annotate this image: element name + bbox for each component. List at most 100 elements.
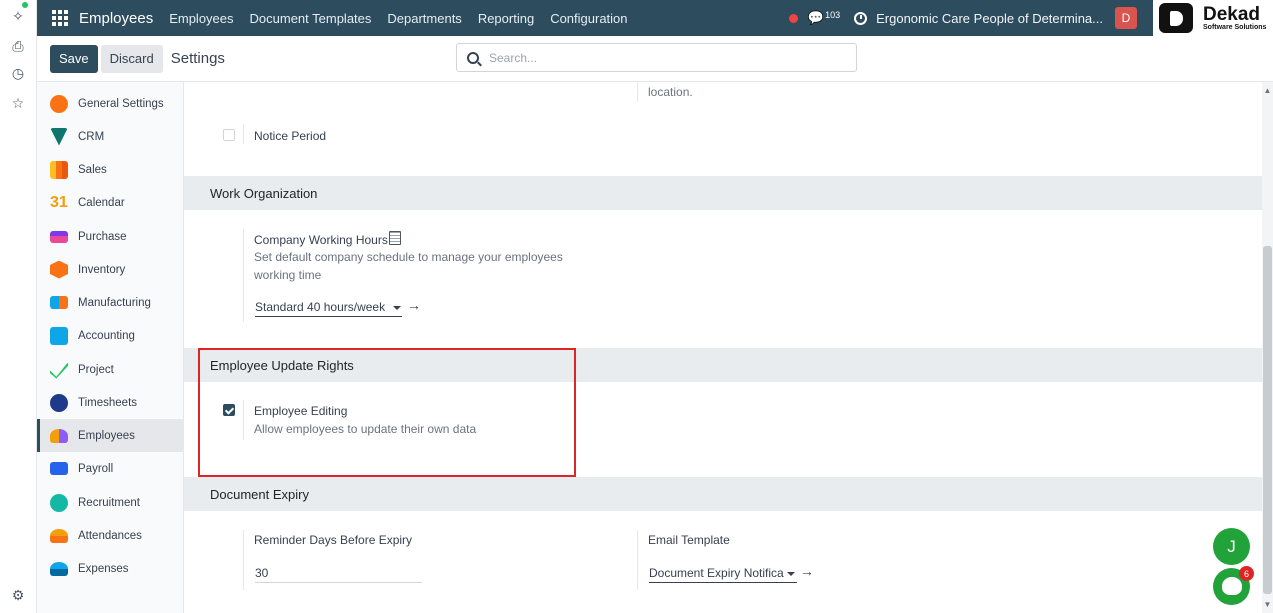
scroll-down-icon[interactable]: ▼: [1263, 600, 1272, 610]
nav-document-templates[interactable]: Document Templates: [250, 11, 372, 26]
reminder-days-value: 30: [255, 566, 269, 580]
sidebar-item-label: Timesheets: [78, 396, 138, 409]
location-text-fragment: location.: [648, 85, 693, 99]
timesheets-icon: [50, 393, 68, 412]
recruitment-icon: [50, 493, 68, 512]
activity-clock-icon[interactable]: [854, 11, 868, 25]
company-switcher[interactable]: Ergonomic Care People of Determina...: [876, 11, 1103, 26]
project-icon: [50, 362, 68, 379]
email-template-label: Email Template: [648, 533, 730, 547]
group-icon: [1222, 577, 1242, 595]
section-title: Work Organization: [210, 185, 318, 201]
working-hours-desc-2: working time: [254, 268, 322, 282]
working-hours-select[interactable]: Standard 40 hours/week: [255, 300, 402, 317]
search-input[interactable]: Search...: [456, 43, 857, 72]
highlight-box: [198, 348, 576, 477]
divider: [637, 82, 638, 102]
notification-badge: 6: [1239, 566, 1254, 581]
sidebar-item-label: CRM: [78, 130, 105, 143]
star-icon[interactable]: ☆: [8, 93, 28, 113]
scroll-up-icon[interactable]: ▲: [1263, 86, 1272, 96]
reminder-days-label: Reminder Days Before Expiry: [254, 533, 413, 547]
nav-departments[interactable]: Departments: [387, 11, 461, 26]
reminder-days-input[interactable]: 30: [255, 566, 422, 583]
notice-period-label: Notice Period: [254, 129, 327, 143]
sidebar-item-general-settings[interactable]: General Settings: [37, 87, 183, 120]
chevron-down-icon: [393, 305, 402, 310]
divider: [637, 530, 638, 590]
sidebar-item-label: General Settings: [78, 97, 164, 110]
crm-icon: [50, 127, 68, 146]
sidebar-item-label: Manufacturing: [78, 296, 151, 309]
sidebar-item-employees[interactable]: Employees: [37, 419, 183, 452]
divider: [243, 124, 244, 144]
sidebar-item-label: Recruitment: [78, 496, 140, 509]
print-icon[interactable]: ⎙: [8, 36, 28, 56]
nav-configuration[interactable]: Configuration: [550, 11, 627, 26]
sidebar-item-project[interactable]: Project: [37, 353, 183, 386]
section-heading-document-expiry: Document Expiry: [184, 477, 1262, 511]
section-heading-work-organization: Work Organization: [184, 176, 1262, 210]
nav-employees[interactable]: Employees: [169, 11, 233, 26]
clock-icon[interactable]: ◷: [8, 63, 28, 83]
sidebar-item-expenses[interactable]: Expenses: [37, 552, 183, 585]
top-navbar: Employees Employees Document Templates D…: [37, 0, 1153, 36]
inventory-icon: [50, 260, 68, 279]
sidebar-item-label: Expenses: [78, 562, 129, 575]
purchase-icon: [50, 230, 68, 243]
sidebar-item-crm[interactable]: CRM: [37, 120, 183, 153]
chat-button[interactable]: 💬 103: [808, 10, 840, 26]
user-bubble-button[interactable]: J: [1213, 528, 1250, 565]
open-record-arrow-icon[interactable]: →: [407, 297, 421, 313]
logo-tagline: Software Solutions: [1203, 23, 1267, 31]
section-title: Document Expiry: [210, 486, 309, 502]
group-chat-button[interactable]: 6: [1213, 566, 1254, 605]
sidebar-item-label: Purchase: [78, 230, 127, 243]
navbar-systray: 💬 103 Ergonomic Care People of Determina…: [788, 0, 1137, 36]
save-button[interactable]: Save: [50, 44, 98, 73]
sidebar-item-calendar[interactable]: 31 Calendar: [37, 186, 183, 219]
sidebar-item-accounting[interactable]: Accounting: [37, 319, 183, 352]
app-name[interactable]: Employees: [79, 10, 153, 27]
working-hours-value: Standard 40 hours/week: [255, 300, 386, 314]
sidebar-item-manufacturing[interactable]: Manufacturing: [37, 286, 183, 319]
employees-icon: [50, 428, 68, 443]
divider: [243, 530, 244, 590]
control-panel: Save Discard Settings Search...: [37, 36, 1273, 82]
search-placeholder: Search...: [489, 50, 538, 65]
sidebar-item-payroll[interactable]: Payroll: [37, 452, 183, 485]
sidebar-item-recruitment[interactable]: Recruitment: [37, 486, 183, 519]
sparkle-icon[interactable]: ✧: [8, 6, 28, 26]
sidebar-item-label: Project: [78, 363, 114, 376]
chevron-down-icon: [786, 571, 795, 576]
gear-icon[interactable]: ⚙: [8, 585, 28, 605]
sidebar-item-attendances[interactable]: Attendances: [37, 519, 183, 552]
user-avatar[interactable]: D: [1115, 7, 1137, 29]
accounting-icon: [50, 326, 68, 345]
left-rail: ✧ ⎙ ◷ ☆ ⚙: [0, 0, 37, 613]
apps-grid-icon[interactable]: [52, 10, 68, 26]
logo-mark-icon: [1159, 3, 1193, 33]
sidebar-item-label: Calendar: [78, 196, 125, 209]
attendances-icon: [50, 528, 68, 543]
sales-icon: [50, 160, 68, 179]
sidebar-item-sales[interactable]: Sales: [37, 153, 183, 186]
divider: [243, 229, 244, 322]
scrollbar[interactable]: ▲ ▼: [1262, 82, 1273, 613]
sidebar-item-purchase[interactable]: Purchase: [37, 220, 183, 253]
chat-count: 103: [825, 10, 841, 20]
sidebar-item-timesheets[interactable]: Timesheets: [37, 386, 183, 419]
logo-name: Dekad: [1203, 3, 1261, 25]
discard-button[interactable]: Discard: [100, 44, 163, 73]
open-record-arrow-icon[interactable]: →: [800, 563, 814, 579]
record-indicator-icon[interactable]: [788, 13, 798, 23]
sidebar-item-label: Attendances: [78, 529, 142, 542]
nav-menu: Employees Document Templates Departments…: [169, 11, 643, 26]
notice-period-checkbox[interactable]: [223, 129, 235, 141]
scrollbar-thumb[interactable]: [1263, 246, 1272, 594]
nav-reporting[interactable]: Reporting: [478, 11, 534, 26]
sidebar-item-inventory[interactable]: Inventory: [37, 253, 183, 286]
email-template-select[interactable]: Document Expiry Notifica: [649, 566, 797, 583]
search-icon: [467, 51, 479, 64]
payroll-icon: [50, 462, 68, 475]
